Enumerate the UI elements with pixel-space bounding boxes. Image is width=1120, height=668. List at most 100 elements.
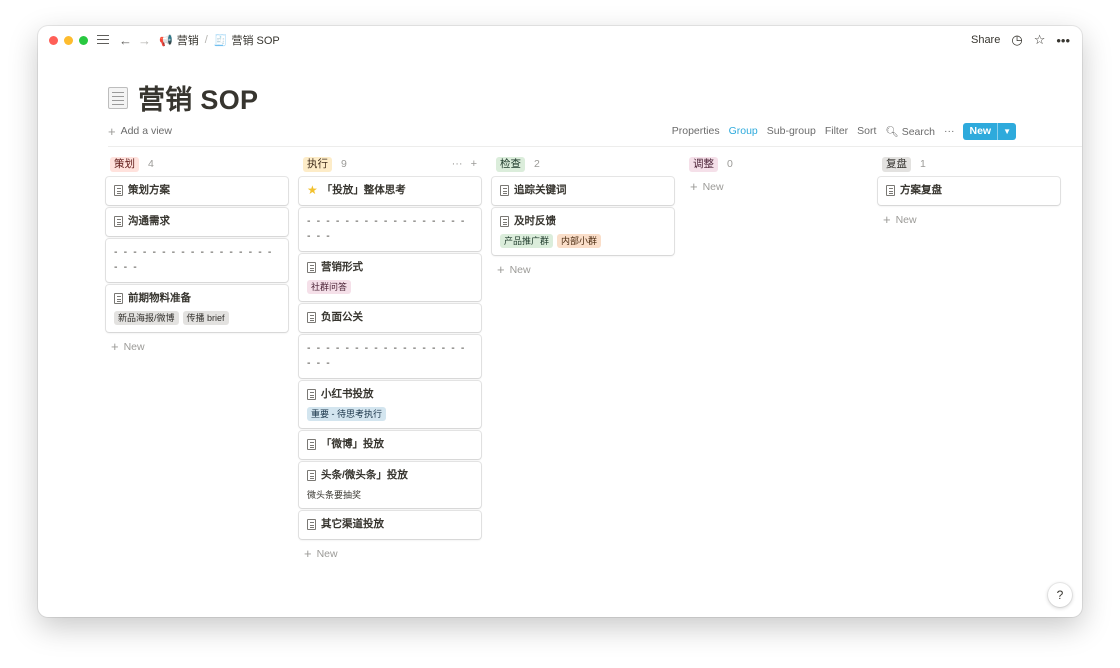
page-title[interactable]: 营销 SOP [138,78,258,117]
column-header[interactable]: 策划 4 [106,156,288,172]
breadcrumb-current[interactable]: 营销 SOP [231,32,279,48]
board-card[interactable]: 及时反馈 产品推广群 内部小群 [492,208,674,255]
card-title: 头条/微头条」投放 [321,469,408,481]
group-button[interactable]: Group [729,125,758,137]
receipt-icon[interactable] [108,86,128,109]
column-count: 1 [920,158,926,170]
board-card[interactable]: 负面公关 [299,304,481,332]
search-button[interactable]: 🔍︎ Search [885,125,935,138]
board-card[interactable]: 营销形式 社群问答 [299,254,481,301]
breadcrumb: 📢 营销 / 🧾 营销 SOP [159,32,280,48]
chevron-down-icon[interactable]: ▼ [997,122,1016,140]
add-new-card-button[interactable]: + New [492,258,674,281]
topbar-actions: Share ◷ ☆ ••• [971,26,1070,54]
column-header[interactable]: 检查 2 [492,156,674,172]
properties-button[interactable]: Properties [672,125,720,137]
page-icon [307,519,316,530]
maximize-window-button[interactable] [79,35,88,45]
view-more-button[interactable]: ··· [944,125,955,137]
column-add-icon[interactable]: + [471,158,477,170]
minimize-window-button[interactable] [64,35,73,45]
card-title: 「投放」整体思考 [321,184,406,196]
card-title: 追踪关键词 [514,184,567,196]
breadcrumb-parent[interactable]: 营销 [177,32,199,48]
clock-icon[interactable]: ◷ [1011,32,1022,48]
top-bar: ← → 📢 营销 / 🧾 营销 SOP Share ◷ ☆ ••• [38,26,1082,54]
card-title: 小红书投放 [321,388,374,400]
board-card[interactable]: - - - - - - - - - - - - - - - - - - - - [299,335,481,378]
column-header[interactable]: 调整 0 [685,156,867,172]
tag: 新品海报/微博 [114,311,179,325]
card-title: 方案复盘 [900,184,942,196]
board-card[interactable]: 其它渠道投放 [299,511,481,539]
tag: 内部小群 [557,234,602,248]
new-button[interactable]: New ▼ [963,122,1016,140]
column-review: 检查 2 追踪关键词 及时反馈 产品推广群 内部小群 + New [492,156,674,281]
page-icon [307,439,316,450]
add-new-label: New [509,263,531,276]
board-card[interactable]: 追踪关键词 [492,177,674,205]
sort-button[interactable]: Sort [857,125,876,137]
filter-button[interactable]: Filter [825,125,848,137]
add-new-label: New [316,547,338,560]
card-title: 「微博」投放 [321,438,384,450]
add-new-label: New [123,340,145,353]
sidebar-toggle-icon[interactable] [97,35,109,45]
column-execution: 执行 9 ··· + ★ 「投放」整体思考 - - - - - - - - - -… [299,156,481,565]
window-controls [49,35,88,45]
column-header[interactable]: 复盘 1 [878,156,1060,172]
board-card[interactable]: 方案复盘 [878,177,1060,205]
plus-icon: + [690,179,698,194]
forward-arrow-icon[interactable]: → [138,33,151,48]
add-new-card-button[interactable]: + New [878,208,1060,231]
card-title: - - - - - - - - - - - - - - - - - - - - [307,215,466,242]
board-card[interactable]: 头条/微头条」投放 微头条要抽奖 [299,462,481,508]
status-badge: 调整 [689,156,718,172]
page-icon [114,293,123,304]
board-card[interactable]: - - - - - - - - - - - - - - - - - - - - [106,239,288,282]
status-badge: 检查 [496,156,525,172]
card-title: 前期物料准备 [128,292,191,304]
add-view-button[interactable]: + Add a view [108,124,172,139]
board-card[interactable]: 「微博」投放 [299,431,481,459]
page-icon [307,312,316,323]
app-window: ← → 📢 营销 / 🧾 营销 SOP Share ◷ ☆ ••• 营销 SOP… [38,26,1082,617]
close-window-button[interactable] [49,35,58,45]
card-tags: 产品推广群 内部小群 [500,234,666,248]
board-card[interactable]: 沟通需求 [106,208,288,236]
more-icon[interactable]: ••• [1056,33,1070,48]
subgroup-button[interactable]: Sub-group [767,125,816,137]
share-button[interactable]: Share [971,34,1000,46]
board-card[interactable]: 小红书投放 重要 - 待思考执行 [299,381,481,428]
kanban-board: 策划 4 策划方案 沟通需求 - - - - - - - - - - - - -… [106,156,1082,617]
breadcrumb-separator: / [204,34,208,46]
card-title: - - - - - - - - - - - - - - - - - - - - [114,246,273,273]
views-bar: + Add a view Properties Group Sub-group … [108,122,1016,140]
plus-icon: + [108,123,116,139]
star-icon[interactable]: ☆ [1034,32,1046,48]
page-header: 营销 SOP [108,78,258,117]
card-tags: 重要 - 待思考执行 [307,407,473,421]
column-retrospective: 复盘 1 方案复盘 + New [878,156,1060,231]
add-new-card-button[interactable]: + New [299,542,481,565]
star-icon: ★ [307,183,318,197]
board-card[interactable]: - - - - - - - - - - - - - - - - - - - - [299,208,481,251]
board-card[interactable]: 前期物料准备 新品海报/微博 传播 brief [106,285,288,332]
help-button[interactable]: ? [1048,583,1072,607]
plus-icon: + [111,339,119,354]
board-card[interactable]: ★ 「投放」整体思考 [299,177,481,205]
column-count: 4 [148,158,154,170]
board-card[interactable]: 策划方案 [106,177,288,205]
plus-icon: + [883,212,891,227]
header-divider [108,146,1082,147]
add-new-label: New [895,213,917,226]
page-icon [114,185,123,196]
add-new-card-button[interactable]: + New [685,177,867,198]
back-arrow-icon[interactable]: ← [119,33,132,48]
view-actions: Properties Group Sub-group Filter Sort 🔍… [672,122,1016,140]
column-header[interactable]: 执行 9 ··· + [299,156,481,172]
column-more-icon[interactable]: ··· [452,158,463,170]
add-new-card-button[interactable]: + New [106,335,288,358]
page-icon [500,185,509,196]
card-title: 其它渠道投放 [321,518,384,530]
